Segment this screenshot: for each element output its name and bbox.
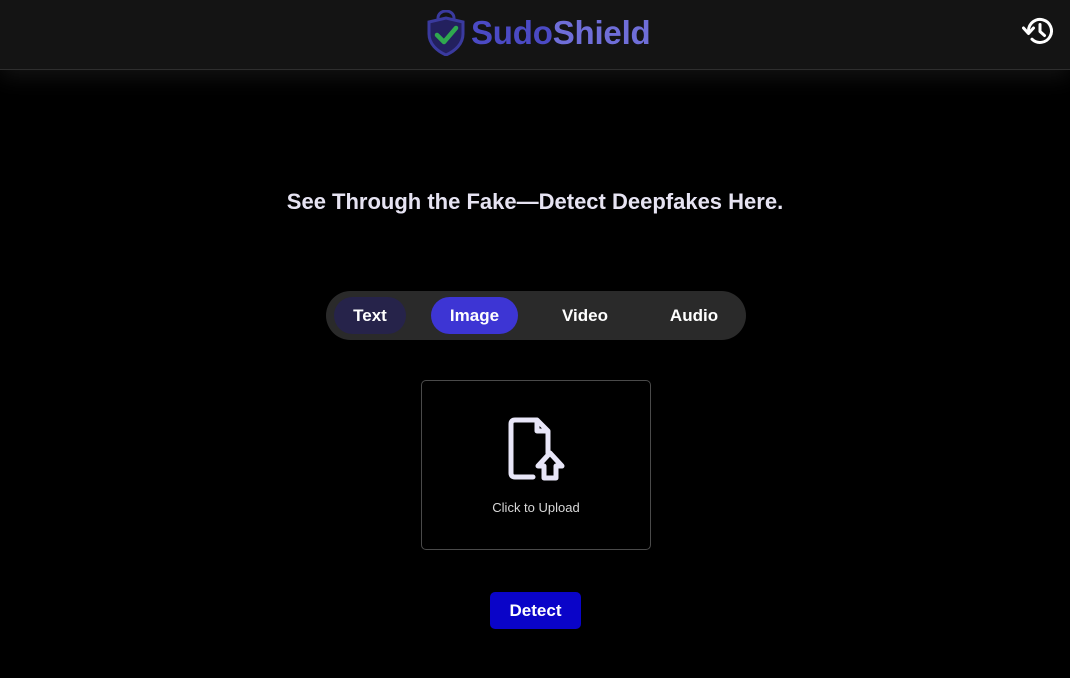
tab-video[interactable]: Video xyxy=(544,297,626,334)
tab-audio[interactable]: Audio xyxy=(652,297,736,334)
brand-name-sudo: Sudo xyxy=(471,14,553,51)
top-bar: SudoShield xyxy=(0,0,1070,70)
detect-button[interactable]: Detect xyxy=(490,592,581,629)
file-upload-icon xyxy=(507,416,567,482)
tab-image[interactable]: Image xyxy=(431,297,518,334)
page-headline: See Through the Fake—Detect Deepfakes He… xyxy=(286,189,784,214)
upload-label: Click to Upload xyxy=(492,500,580,515)
history-button[interactable] xyxy=(1022,14,1056,48)
brand-name: SudoShield xyxy=(471,14,651,52)
shield-check-icon xyxy=(427,10,465,56)
brand-logo-link[interactable]: SudoShield xyxy=(427,9,651,57)
upload-dropzone[interactable]: Click to Upload xyxy=(421,380,651,550)
media-type-tabs: Text Image Video Audio xyxy=(326,291,746,340)
brand-name-shield: Shield xyxy=(552,14,651,51)
tab-text[interactable]: Text xyxy=(334,297,406,334)
history-icon xyxy=(1022,17,1053,44)
